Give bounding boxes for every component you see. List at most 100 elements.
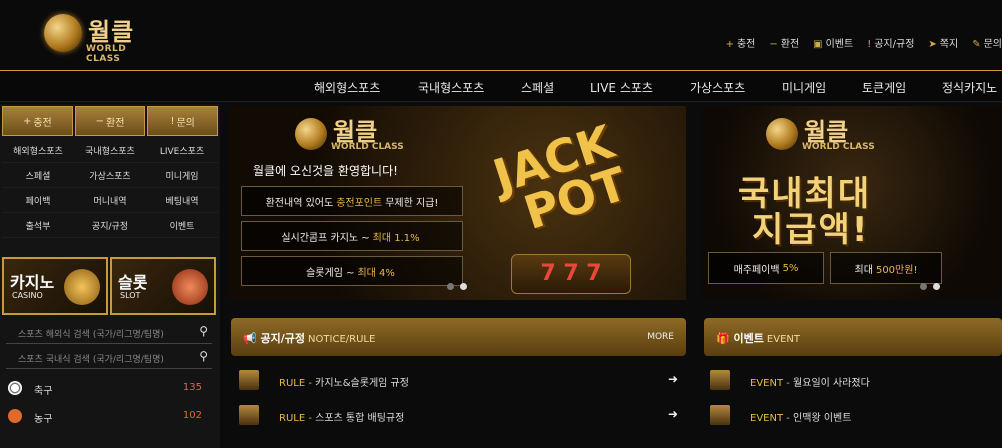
top-link-deposit[interactable]: + 충전 [726, 35, 756, 50]
side-item-attendance[interactable]: 출석부 [2, 213, 74, 238]
promo-line-3: 슬롯게임 ~ 최대 4% [241, 256, 463, 286]
domestic-search-input[interactable]: 스포츠 국내식 검색 (국가/리그명/팀명) ⚲ [6, 347, 212, 369]
banner-pager [920, 283, 940, 290]
slot-reel-graphic: 7 7 7 [511, 254, 631, 294]
megaphone-icon: 📢 [243, 332, 257, 345]
sport-item-soccer[interactable]: 축구 135 [6, 377, 212, 401]
headline-line-2: 지급액! [752, 210, 870, 250]
nav-virtual-sports[interactable]: 가상스포츠 [690, 79, 745, 96]
event-row[interactable]: EVENT - 월요일이 사라졌다 [702, 368, 1002, 394]
basketball-icon [8, 409, 22, 423]
sport-item-basketball[interactable]: 농구 102 [6, 405, 212, 429]
top-link-withdraw[interactable]: − 환전 [769, 35, 799, 50]
side-item-bet-history[interactable]: 베팅내역 [146, 188, 218, 213]
rule-thumbnail [239, 370, 259, 390]
side-deposit-button[interactable]: + 충전 [2, 106, 73, 136]
nav-overseas-sports[interactable]: 해외형스포츠 [314, 79, 380, 96]
top-link-notice[interactable]: ! 공지/규정 [867, 35, 914, 50]
event-row[interactable]: EVENT - 인맥왕 이벤트 [702, 403, 1002, 429]
search-icon[interactable]: ⚲ [199, 324, 208, 338]
side-item-minigame[interactable]: 미니게임 [146, 163, 218, 188]
side-item-special[interactable]: 스페셜 [2, 163, 74, 188]
logo-english: WORLD CLASS [86, 44, 127, 64]
edit-icon: ✎ [972, 39, 981, 50]
minus-icon: − [769, 39, 778, 50]
nav-live-sports[interactable]: LIVE 스포츠 [590, 79, 653, 96]
side-item-virtual-sports[interactable]: 가상스포츠 [74, 163, 146, 188]
nav-token-game[interactable]: 토큰게임 [862, 79, 906, 96]
more-link[interactable]: MORE [647, 332, 674, 342]
character-icon [172, 269, 208, 305]
banner-logo: 월클 WORLD CLASS [295, 116, 435, 156]
top-links: + 충전 − 환전 ▣ 이벤트 ! 공지/규정 ➤ 쪽지 ✎ 문의 [726, 35, 1002, 50]
arrow-right-icon: ➜ [667, 372, 678, 386]
send-icon: ➤ [928, 39, 937, 50]
arrow-right-icon: ➜ [667, 407, 678, 421]
side-menu-grid: 해외형스포츠 국내형스포츠 LIVE스포츠 스페셜 가상스포츠 미니게임 페이백… [0, 138, 220, 238]
payout-banner[interactable]: 월클 WORLD CLASS 국내최대 지급액! 매주페이백 5% 최대 500만원… [702, 106, 1002, 300]
max-payout-pill: 최대 500만원! [830, 252, 942, 284]
gift-icon: 🎁 [716, 332, 730, 345]
side-item-event[interactable]: 이벤트 [146, 213, 218, 238]
side-item-overseas-sports[interactable]: 해외형스포츠 [2, 138, 74, 163]
side-item-live-sports[interactable]: LIVE스포츠 [146, 138, 218, 163]
slot-promo[interactable]: 슬롯 SLOT [110, 257, 216, 315]
sidebar: + 충전 − 환전 ! 문의 해외형스포츠 국내형스포츠 LIVE스포츠 스페셜 가상… [0, 104, 220, 448]
banner-logo: 월클 WORLD CLASS [766, 116, 906, 156]
notice-row[interactable]: RULE - 스포츠 통합 배팅규정 ➜ [231, 403, 686, 429]
side-item-notice[interactable]: 공지/규정 [74, 213, 146, 238]
welcome-banner[interactable]: 월클 WORLD CLASS 월클에 오신것을 환영합니다! 환전내역 있어도 충… [229, 106, 686, 300]
plus-icon: + [22, 115, 32, 127]
casino-title: 카지노 [10, 273, 55, 292]
promo-line-1: 환전내역 있어도 충전포인트 무제한 지급! [241, 186, 463, 216]
pager-dot-active[interactable] [933, 283, 940, 290]
notice-subtitle: NOTICE/RULE [308, 334, 376, 345]
globe-icon [295, 118, 327, 150]
event-panel-header: 🎁 이벤트 EVENT [704, 318, 1002, 356]
nav-domestic-sports[interactable]: 국내형스포츠 [418, 79, 484, 96]
event-thumbnail [710, 405, 730, 425]
top-link-inquiry[interactable]: ✎ 문의 [972, 35, 1002, 50]
main-nav: 해외형스포츠 국내형스포츠 스페셜 LIVE 스포츠 가상스포츠 미니게임 토큰… [0, 70, 1002, 102]
side-inquiry-button[interactable]: ! 문의 [147, 106, 219, 136]
info-icon: ! [170, 115, 175, 127]
globe-icon [766, 118, 798, 150]
search-icon[interactable]: ⚲ [199, 349, 208, 363]
nav-special[interactable]: 스페셜 [521, 79, 554, 96]
rule-thumbnail [239, 405, 259, 425]
side-item-domestic-sports[interactable]: 국내형스포츠 [74, 138, 146, 163]
minus-icon: − [95, 115, 104, 127]
side-item-money-history[interactable]: 머니내역 [74, 188, 146, 213]
chips-icon [64, 269, 100, 305]
side-withdraw-button[interactable]: − 환전 [74, 106, 146, 136]
overseas-search-input[interactable]: 스포츠 해외식 검색 (국가/리그명/팀명) ⚲ [6, 322, 212, 344]
event-thumbnail [710, 370, 730, 390]
globe-icon [44, 14, 82, 52]
casino-promo[interactable]: 카지노 CASINO [2, 257, 108, 315]
pager-dot[interactable] [920, 283, 927, 290]
event-subtitle: EVENT [766, 334, 800, 345]
info-icon: ! [867, 39, 872, 50]
notice-row[interactable]: RULE - 카지노&슬롯게임 규정 ➜ [231, 368, 686, 394]
payback-pill: 매주페이백 5% [708, 252, 824, 284]
side-item-payback[interactable]: 페이백 [2, 188, 74, 213]
nav-minigame[interactable]: 미니게임 [782, 79, 826, 96]
event-title: 이벤트 [733, 332, 764, 345]
nav-casino[interactable]: 정식카지노 [942, 79, 997, 96]
logo-korean: 월클 [88, 18, 135, 46]
top-link-message[interactable]: ➤ 쪽지 [928, 35, 958, 50]
jackpot-graphic: JACK POT [486, 114, 634, 240]
notice-title: 공지/규정 [260, 332, 306, 345]
pager-dot-active[interactable] [460, 283, 467, 290]
pager-dot[interactable] [447, 283, 454, 290]
header: 월클 WORLD CLASS + 충전 − 환전 ▣ 이벤트 ! 공지/규정 ➤ 쪽지 ✎… [0, 0, 1002, 70]
site-logo[interactable]: 월클 WORLD CLASS [44, 14, 164, 64]
welcome-text: 월클에 오신것을 환영합니다! [253, 164, 398, 178]
slot-title: 슬롯 [118, 273, 148, 292]
top-link-event[interactable]: ▣ 이벤트 [813, 35, 853, 50]
notice-panel-header: 📢 공지/규정 NOTICE/RULE MORE [231, 318, 686, 356]
calendar-icon: ▣ [813, 39, 823, 50]
slot-sub: SLOT [120, 291, 141, 300]
soccer-ball-icon [8, 381, 22, 395]
banner-pager [447, 283, 467, 290]
